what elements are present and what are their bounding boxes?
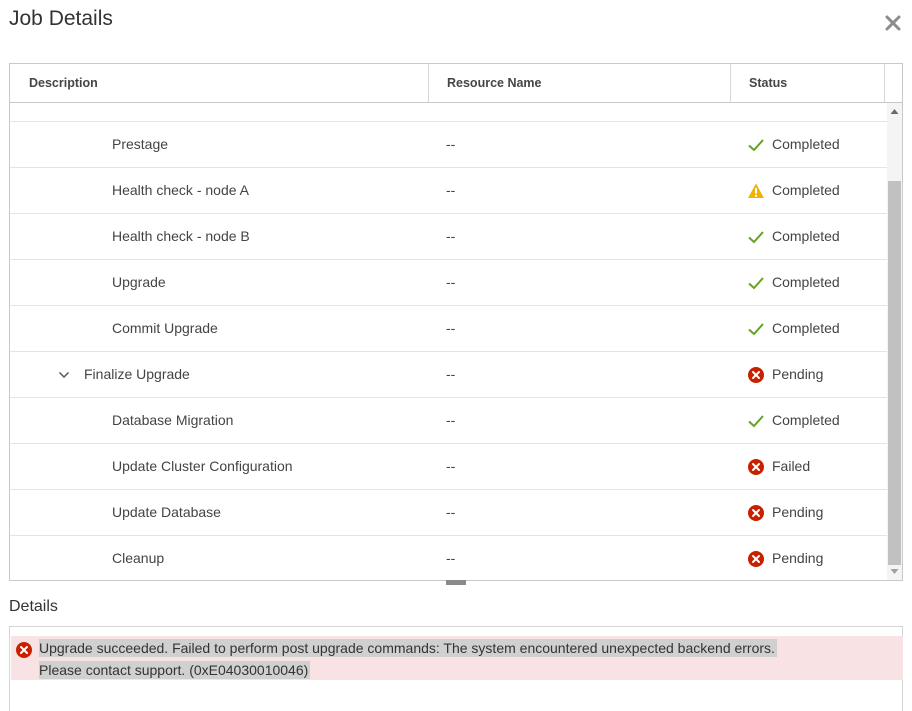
row-resource-name: --: [446, 228, 456, 244]
grid-header: Description Resource Name Status: [10, 64, 902, 103]
table-row[interactable]: Cleanup -- Pending: [10, 536, 887, 580]
pane-resize-handle[interactable]: [446, 580, 466, 585]
row-description: Cleanup: [112, 550, 165, 566]
table-row[interactable]: Update Database -- Pending: [10, 490, 887, 536]
column-header-resource-name[interactable]: Resource Name: [447, 64, 542, 102]
row-resource-name: --: [446, 366, 456, 382]
status-label: Pending: [772, 550, 824, 566]
row-resource-name: --: [446, 504, 456, 520]
row-description: Update Cluster Configuration: [112, 458, 293, 474]
status-label: Pending: [772, 366, 824, 382]
error-icon: [748, 459, 764, 475]
close-icon[interactable]: [883, 13, 903, 33]
status-label: Completed: [772, 182, 840, 198]
column-resize-handle[interactable]: [730, 64, 731, 102]
row-resource-name: --: [446, 136, 456, 152]
check-icon: [748, 231, 764, 244]
details-panel: Upgrade succeeded. Failed to perform pos…: [9, 626, 903, 711]
row-resource-name: --: [446, 412, 456, 428]
column-resize-handle[interactable]: [428, 64, 429, 102]
check-icon: [748, 415, 764, 428]
dialog-title: Job Details: [9, 7, 113, 30]
row-description: Health check - node B: [112, 228, 250, 244]
table-row[interactable]: Health check - node B -- Completed: [10, 214, 887, 260]
table-row[interactable]: Prestage -- Completed: [10, 122, 887, 168]
status-label: Completed: [772, 412, 840, 428]
error-icon: [748, 551, 764, 567]
row-description: Prestage: [112, 136, 169, 152]
table-row[interactable]: Update Cluster Configuration -- Failed: [10, 444, 887, 490]
alert-message-line: Upgrade succeeded. Failed to perform pos…: [39, 639, 777, 657]
row-resource-name: --: [446, 320, 456, 336]
status-label: Completed: [772, 320, 840, 336]
error-icon: [748, 367, 764, 383]
error-icon: [748, 505, 764, 521]
table-row[interactable]: Finalize Upgrade -- Pending: [10, 352, 887, 398]
details-heading: Details: [9, 598, 58, 615]
row-description: Health check - node A: [112, 182, 249, 198]
table-row[interactable]: Database Migration -- Completed: [10, 398, 887, 444]
status-label: Completed: [772, 136, 840, 152]
row-resource-name: --: [446, 550, 456, 566]
scrollbar-thumb[interactable]: [888, 181, 901, 565]
row-description: Finalize Upgrade: [84, 366, 190, 382]
warning-icon: [748, 183, 764, 198]
check-icon: [748, 139, 764, 152]
table-row[interactable]: Health check - node A -- Completed: [10, 168, 887, 214]
alert-message: Upgrade succeeded. Failed to perform pos…: [39, 637, 777, 681]
row-description: Commit Upgrade: [112, 320, 218, 336]
row-resource-name: --: [446, 274, 456, 290]
table-row[interactable]: Upgrade -- Completed: [10, 260, 887, 306]
row-description: Upgrade: [112, 274, 166, 290]
row-resource-name: --: [446, 182, 456, 198]
chevron-down-icon[interactable]: [57, 368, 71, 382]
table-row: [10, 103, 887, 122]
status-label: Failed: [772, 458, 811, 474]
scroll-up-arrow-icon[interactable]: [890, 108, 899, 115]
error-icon: [16, 642, 32, 658]
error-alert: Upgrade succeeded. Failed to perform pos…: [11, 636, 903, 680]
row-resource-name: --: [446, 458, 456, 474]
column-resize-handle[interactable]: [884, 64, 885, 102]
check-icon: [748, 277, 764, 290]
status-label: Completed: [772, 228, 840, 244]
table-row[interactable]: Commit Upgrade -- Completed: [10, 306, 887, 352]
row-description: Update Database: [112, 504, 221, 520]
scroll-down-arrow-icon[interactable]: [890, 568, 899, 575]
column-header-description[interactable]: Description: [29, 64, 98, 102]
row-description: Database Migration: [112, 412, 234, 428]
alert-message-line: Please contact support. (0xE04030010046): [39, 661, 311, 679]
grid-body: Prestage -- Completed Health check - node A…: [10, 103, 887, 580]
status-label: Pending: [772, 504, 824, 520]
check-icon: [748, 323, 764, 336]
job-steps-grid: Description Resource Name Status Prestag…: [9, 63, 903, 581]
vertical-scrollbar[interactable]: [887, 103, 902, 580]
column-header-status[interactable]: Status: [749, 64, 787, 102]
status-label: Completed: [772, 274, 840, 290]
